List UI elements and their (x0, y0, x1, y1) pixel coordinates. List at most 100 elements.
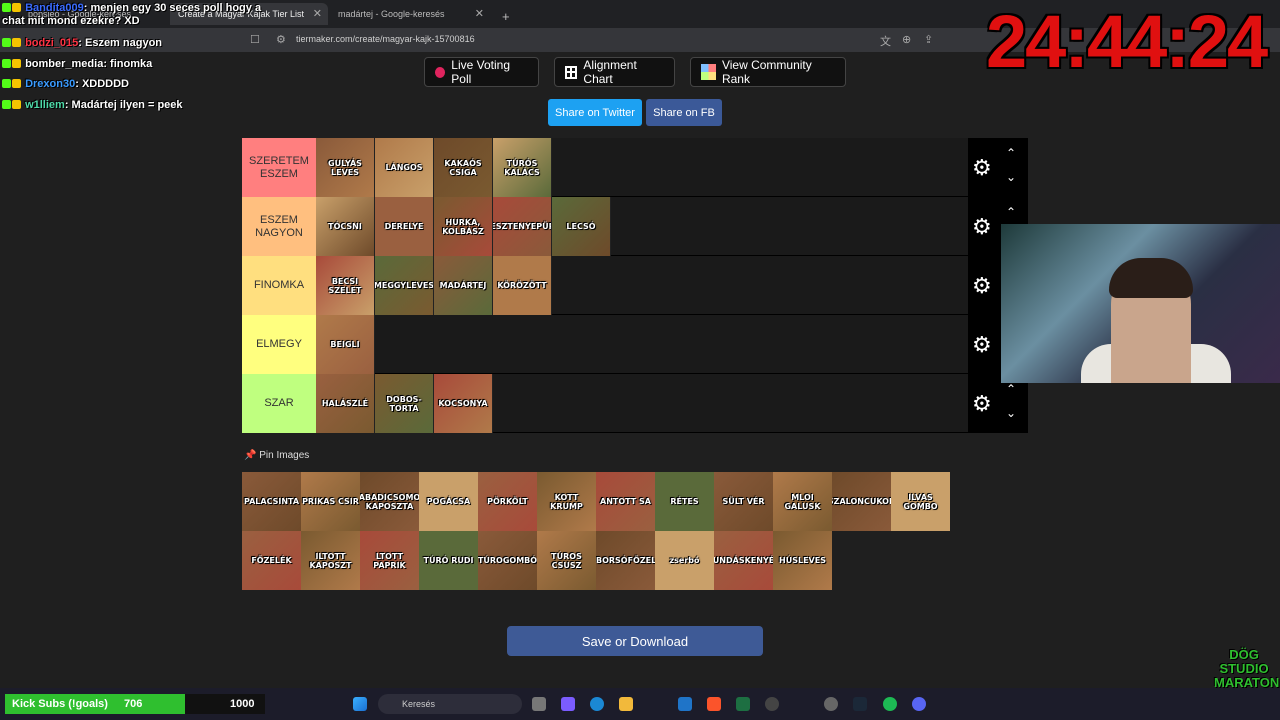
tier-label[interactable]: SZERETEM ESZEM (242, 138, 316, 197)
share-fb-button[interactable]: Share on FB (646, 99, 722, 126)
site-info-icon[interactable]: ⚙ (276, 33, 286, 46)
chat-username[interactable]: bodzi_015 (25, 37, 78, 49)
food-tile[interactable]: KOCSONYA (434, 374, 493, 433)
translate-icon[interactable]: 文 (880, 33, 891, 49)
pool-tile-label: zserbó (669, 556, 700, 565)
pool-tile[interactable]: PRIKAS CSIR (301, 472, 360, 531)
pool-tile[interactable]: ILTOTT KAPOSZT (301, 531, 360, 590)
pool-tile[interactable]: SÜLT VÉR (714, 472, 773, 531)
mail-icon[interactable] (678, 697, 692, 711)
community-rank-label: View Community Rank (721, 58, 812, 86)
community-rank-button[interactable]: View Community Rank (690, 57, 846, 87)
brave-icon[interactable] (707, 697, 721, 711)
food-tile[interactable]: HURKA, KOLBÁSZ (434, 197, 493, 256)
chat-message: Bandita009: menjen egy 30 seces poll hog… (2, 2, 272, 28)
pool-tile[interactable]: PÖRKÖLT (478, 472, 537, 531)
pool-tile-label: SÜLT VÉR (722, 497, 765, 506)
discord-icon[interactable] (912, 697, 926, 711)
gear-icon[interactable]: ⚙ (972, 332, 992, 358)
copilot-icon[interactable] (561, 697, 575, 711)
chevron-down-icon[interactable]: ⌄ (1006, 170, 1016, 184)
pool-tile[interactable]: FŐZELÉK (242, 531, 301, 590)
chevron-up-icon[interactable]: ⌃ (1006, 205, 1016, 219)
food-tile-label: MADÁRTEJ (439, 281, 487, 290)
food-tile[interactable]: GESZTENYEPÜRÉ (493, 197, 552, 256)
food-tile[interactable]: TÓCSNI (316, 197, 375, 256)
taskbar-search[interactable]: Keresés (378, 694, 522, 714)
gear-icon[interactable]: ⚙ (972, 155, 992, 181)
settings-icon[interactable] (824, 697, 838, 711)
zoom-icon[interactable]: ⊕ (902, 33, 911, 46)
pool-tile[interactable]: TÚROS CSUSZ (537, 531, 596, 590)
pool-tile[interactable]: zserbó (655, 531, 714, 590)
tier-label[interactable]: ELMEGY (242, 315, 316, 374)
pool-tile[interactable]: POGÁCSA (419, 472, 478, 531)
windows-start-icon[interactable] (353, 697, 367, 711)
edge-icon[interactable] (590, 697, 604, 711)
chevron-up-icon[interactable]: ⌃ (1006, 146, 1016, 160)
chevron-down-icon[interactable]: ⌄ (1006, 406, 1016, 420)
pool-tile[interactable]: MLOI GALUSK (773, 472, 832, 531)
gear-icon[interactable]: ⚙ (972, 273, 992, 299)
food-tile-label: BECSI SZELET (328, 276, 362, 295)
pool-tile[interactable]: TÚROGOMBÓ (478, 531, 537, 590)
food-tile[interactable]: MEGGYLEVES (375, 256, 434, 315)
chat-username[interactable]: Drexon30 (25, 78, 75, 90)
pool-tile[interactable]: HÚSLEVES (773, 531, 832, 590)
food-tile[interactable]: BECSI SZELET (316, 256, 375, 315)
spotify-icon[interactable] (883, 697, 897, 711)
chat-username[interactable]: bomber_media (25, 58, 103, 70)
pool-tile-label: PRIKAS CSIR (302, 497, 359, 506)
food-tile[interactable]: LECSÓ (552, 197, 611, 256)
tier-label[interactable]: FINOMKA (242, 256, 316, 315)
tier-label[interactable]: SZAR (242, 374, 316, 433)
gear-icon[interactable]: ⚙ (972, 214, 992, 240)
food-tile[interactable]: DERELYE (375, 197, 434, 256)
url-field[interactable]: tiermaker.com/create/magyar-kajk-1570081… (296, 34, 475, 44)
pool-tile[interactable]: LTOTT PAPRIK (360, 531, 419, 590)
pool-tile[interactable]: ANTOTT SA (596, 472, 655, 531)
gear-icon[interactable]: ⚙ (972, 391, 992, 417)
share-twitter-button[interactable]: Share on Twitter (548, 99, 642, 126)
new-tab-button[interactable]: + (494, 3, 514, 25)
close-icon[interactable]: ✕ (313, 7, 322, 20)
food-tile[interactable]: TÚRÓS KALÁCS (493, 138, 552, 197)
share-icon[interactable]: ⇪ (924, 33, 933, 46)
pool-tile[interactable]: SZALONCUKOR (832, 472, 891, 531)
food-tile[interactable]: MADÁRTEJ (434, 256, 493, 315)
pool-tile[interactable]: TÚRÓ RUDI (419, 531, 478, 590)
tier-items: HALÁSZLÉ DOBOS-TORTA KOCSONYA (316, 374, 493, 433)
pin-icon: 📌 (244, 450, 257, 461)
pool-tile[interactable]: ILVAS GOMBO (891, 472, 950, 531)
chevron-up-icon[interactable]: ⌃ (1006, 382, 1016, 396)
steam-icon[interactable] (853, 697, 867, 711)
chat-message: Drexon30: XDDDDD (2, 78, 129, 90)
close-icon[interactable]: ✕ (475, 7, 484, 20)
food-tile[interactable]: GULYÁS LEVES (316, 138, 375, 197)
food-tile[interactable]: HALÁSZLÉ (316, 374, 375, 433)
food-tile[interactable]: DOBOS-TORTA (375, 374, 434, 433)
pool-tile[interactable]: DBORSÓFŐZELÉ (596, 531, 655, 590)
excel-icon[interactable] (736, 697, 750, 711)
tier-label[interactable]: ESZEM NAGYON (242, 197, 316, 256)
file-explorer-icon[interactable] (619, 697, 633, 711)
live-voting-button[interactable]: Live Voting Poll (424, 57, 539, 87)
save-download-button[interactable]: Save or Download (507, 626, 763, 656)
tier-row: SZAR HALÁSZLÉ DOBOS-TORTA KOCSONYA ⚙ ⌃ ⌄ (242, 374, 1028, 433)
alignment-chart-button[interactable]: Alignment Chart (554, 57, 675, 87)
pool-tile[interactable]: RÉTES (655, 472, 714, 531)
chat-username[interactable]: w1lliem (25, 99, 65, 111)
chat-username[interactable]: Bandita009 (25, 2, 84, 14)
pool-tile[interactable]: UNDÁSKENYÉ (714, 531, 773, 590)
pool-tile[interactable]: PALACSINTA (242, 472, 301, 531)
food-tile[interactable]: KÖRÖZÖTT (493, 256, 552, 315)
food-tile[interactable]: LÁNGOS (375, 138, 434, 197)
food-tile[interactable]: BEIGLI (316, 315, 375, 374)
pool-tile[interactable]: KOTT KRUMP (537, 472, 596, 531)
food-tile[interactable]: KAKAÓS CSIGA (434, 138, 493, 197)
bookmark-icon[interactable]: ☐ (250, 33, 260, 46)
obs-icon[interactable] (765, 697, 779, 711)
task-view-icon[interactable] (532, 697, 546, 711)
pool-tile[interactable]: ABADICSOMO KAPOSZTA (360, 472, 419, 531)
tab-google-search-2[interactable]: madártej - Google-keresés ✕ (330, 3, 490, 25)
